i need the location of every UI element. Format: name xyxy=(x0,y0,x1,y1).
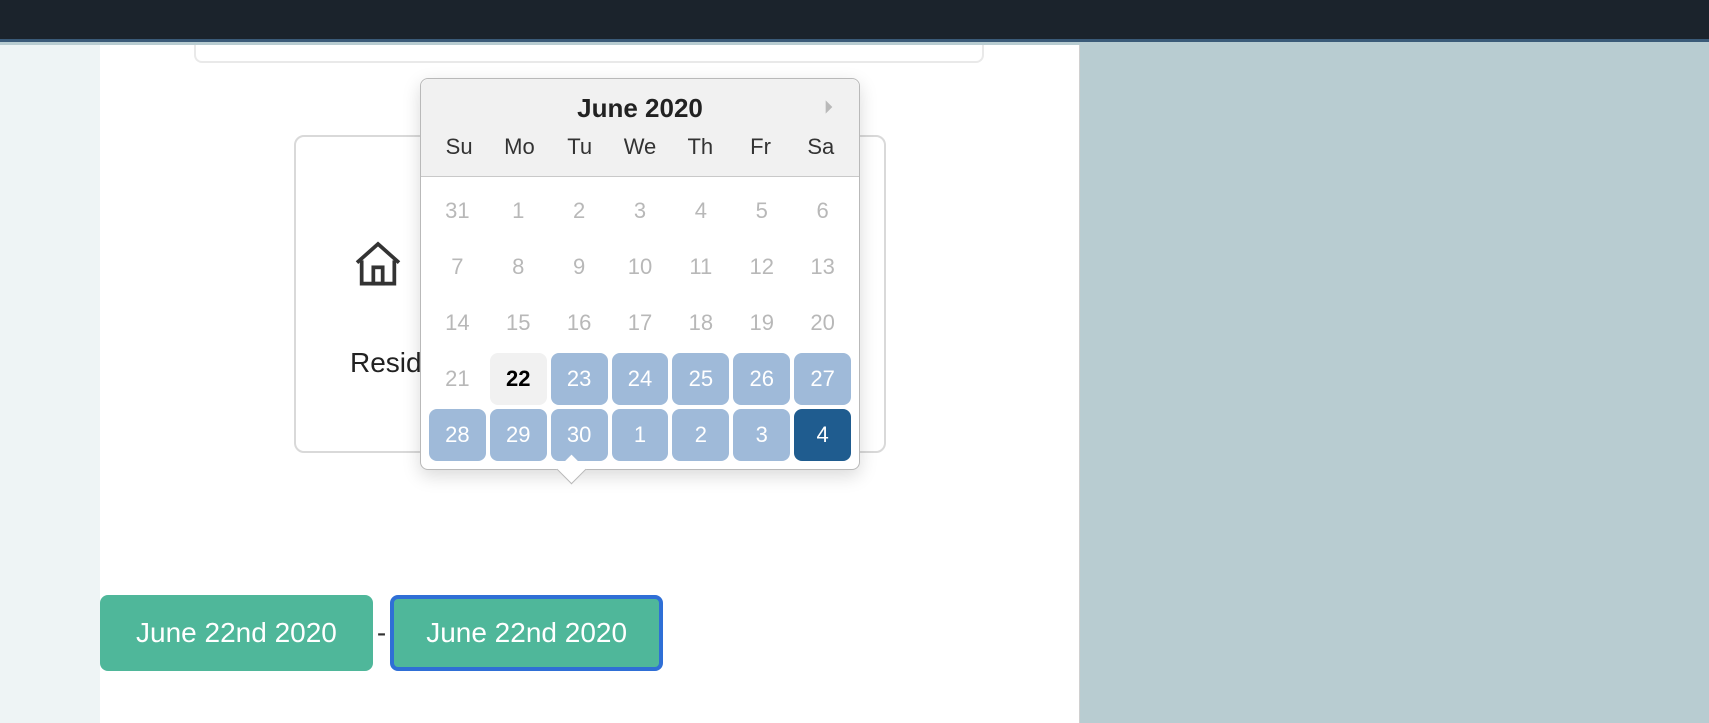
calendar-day: 21 xyxy=(429,353,486,405)
calendar-day[interactable]: 29 xyxy=(490,409,547,461)
calendar-day: 8 xyxy=(490,241,547,293)
dow-label: Th xyxy=(670,134,730,160)
dow-label: Sa xyxy=(791,134,851,160)
calendar-day: 4 xyxy=(672,185,729,237)
calendar-day: 3 xyxy=(612,185,669,237)
calendar-day[interactable]: 4 xyxy=(794,409,851,461)
calendar-day[interactable]: 1 xyxy=(612,409,669,461)
calendar-dow-row: Su Mo Tu We Th Fr Sa xyxy=(421,124,859,170)
calendar-day: 10 xyxy=(612,241,669,293)
calendar-day: 20 xyxy=(794,297,851,349)
date-range-row: June 22nd 2020 - June 22nd 2020 xyxy=(100,595,663,671)
calendar-header: June 2020 Su Mo Tu We Th Fr Sa xyxy=(421,79,859,177)
calendar-day: 1 xyxy=(490,185,547,237)
calendar-next-month-button[interactable] xyxy=(815,93,843,121)
chevron-right-icon xyxy=(819,97,839,117)
calendar-day: 6 xyxy=(794,185,851,237)
calendar-day[interactable]: 26 xyxy=(733,353,790,405)
dow-label: Su xyxy=(429,134,489,160)
date-picker-popover: June 2020 Su Mo Tu We Th Fr Sa 311234567… xyxy=(420,78,860,470)
calendar-day: 11 xyxy=(672,241,729,293)
calendar-day: 13 xyxy=(794,241,851,293)
date-range-end-button[interactable]: June 22nd 2020 xyxy=(390,595,663,671)
calendar-day: 15 xyxy=(490,297,547,349)
calendar-day: 14 xyxy=(429,297,486,349)
calendar-day[interactable]: 22 xyxy=(490,353,547,405)
calendar-day[interactable]: 28 xyxy=(429,409,486,461)
calendar-day: 9 xyxy=(551,241,608,293)
calendar-day[interactable]: 2 xyxy=(672,409,729,461)
calendar-day: 2 xyxy=(551,185,608,237)
calendar-day: 17 xyxy=(612,297,669,349)
house-icon xyxy=(350,237,406,293)
calendar-day: 5 xyxy=(733,185,790,237)
left-gutter xyxy=(0,45,100,723)
calendar-day[interactable]: 23 xyxy=(551,353,608,405)
card-top-edge xyxy=(194,45,984,63)
dow-label: We xyxy=(610,134,670,160)
card-label: Resid xyxy=(350,347,422,379)
calendar-day: 18 xyxy=(672,297,729,349)
page-panel: Resid June 2020 Su Mo Tu We Th Fr Sa 311… xyxy=(0,45,1080,723)
calendar-day[interactable]: 27 xyxy=(794,353,851,405)
calendar-day: 16 xyxy=(551,297,608,349)
calendar-day[interactable]: 3 xyxy=(733,409,790,461)
date-range-separator: - xyxy=(373,617,390,649)
calendar-day: 12 xyxy=(733,241,790,293)
dow-label: Fr xyxy=(730,134,790,160)
date-range-start-button[interactable]: June 22nd 2020 xyxy=(100,595,373,671)
calendar-month-title: June 2020 xyxy=(421,93,859,124)
calendar-grid: 3112345678910111213141516171819202122232… xyxy=(421,177,859,469)
app-topbar xyxy=(0,0,1709,42)
calendar-day: 19 xyxy=(733,297,790,349)
dow-label: Mo xyxy=(489,134,549,160)
calendar-day: 31 xyxy=(429,185,486,237)
dow-label: Tu xyxy=(550,134,610,160)
calendar-day[interactable]: 25 xyxy=(672,353,729,405)
calendar-day[interactable]: 24 xyxy=(612,353,669,405)
calendar-day[interactable]: 30 xyxy=(551,409,608,461)
calendar-day: 7 xyxy=(429,241,486,293)
